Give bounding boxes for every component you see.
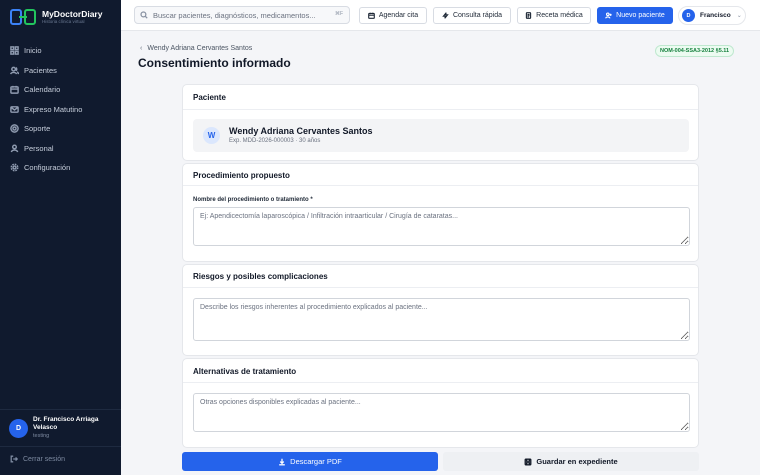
lightning-icon (442, 12, 449, 19)
consulta-rapida-label: Consulta rápida (452, 12, 503, 19)
sidebar-user-role: testing (33, 433, 50, 439)
search-box[interactable]: ⌘F (134, 6, 350, 24)
sidebar-item-label: Expreso Matutino (24, 104, 83, 114)
logout-icon (10, 455, 18, 463)
receta-medica-button[interactable]: Receta médica (517, 7, 591, 24)
logo-icon (10, 8, 36, 25)
sidebar-item-calendario[interactable]: Calendario (0, 80, 121, 100)
norm-badge: NOM-004-SSA3-2012 §5.11 (655, 45, 735, 57)
avatar: D (682, 9, 695, 22)
sidebar: MyDoctorDiary Historia clínica virtual I… (0, 0, 121, 475)
user-icon (10, 144, 19, 153)
procedimiento-input[interactable] (193, 207, 690, 246)
divider (183, 185, 698, 186)
sidebar-user[interactable]: D Dr. Francisco Arriaga Velasco testing (0, 409, 121, 447)
sidebar-item-personal[interactable]: Personal (0, 139, 121, 159)
sidebar-item-expreso-matutino[interactable]: Expreso Matutino (0, 100, 121, 120)
procedimiento-section-title: Procedimiento propuesto (193, 171, 290, 180)
user-menu-name: Francisco (700, 12, 731, 19)
lifebuoy-icon (10, 124, 19, 134)
breadcrumb[interactable]: ‹ Wendy Adriana Cervantes Santos (140, 45, 252, 52)
alternativas-section-title: Alternativas de tratamiento (193, 367, 297, 376)
descargar-pdf-label: Descargar PDF (290, 457, 342, 466)
search-icon (140, 11, 148, 19)
sidebar-item-soporte[interactable]: Soporte (0, 119, 121, 139)
paciente-section-title: Paciente (193, 93, 226, 102)
gear-icon (10, 163, 19, 172)
sidebar-item-label: Calendario (24, 85, 61, 95)
grid-icon (10, 46, 19, 56)
sidebar-item-label: Pacientes (24, 65, 57, 75)
users-icon (10, 66, 19, 75)
mail-icon (10, 105, 19, 113)
sidebar-item-label: Personal (24, 143, 54, 153)
nuevo-paciente-button[interactable]: Nuevo paciente (597, 7, 673, 24)
agendar-cita-button[interactable]: Agendar cita (359, 7, 427, 24)
save-icon (524, 458, 532, 465)
patient-avatar: W (203, 127, 220, 144)
user-plus-icon (605, 12, 612, 19)
logout-label: Cerrar sesión (23, 455, 66, 463)
sidebar-item-inicio[interactable]: Inicio (0, 41, 121, 61)
sidebar-item-label: Configuración (24, 163, 71, 173)
alternativas-input[interactable] (193, 393, 690, 432)
sidebar-nav: Inicio Pacientes Calendario Expreso Matu… (0, 41, 121, 178)
divider (183, 382, 698, 383)
brand[interactable]: MyDoctorDiary Historia clínica virtual (0, 0, 121, 33)
guardar-expediente-button[interactable]: Guardar en expediente (443, 452, 699, 471)
calendar-icon (10, 86, 19, 95)
breadcrumb-label: Wendy Adriana Cervantes Santos (147, 45, 253, 52)
sidebar-item-configuracion[interactable]: Configuración (0, 158, 121, 178)
page-title: Consentimiento informado (138, 56, 291, 70)
brand-tagline: Historia clínica virtual (42, 18, 85, 24)
procedimiento-card: Procedimiento propuesto Nombre del proce… (182, 163, 699, 262)
search-shortcut: ⌘F (334, 11, 343, 17)
nuevo-paciente-label: Nuevo paciente (616, 12, 665, 19)
consulta-rapida-button[interactable]: Consulta rápida (433, 7, 511, 24)
patient-name: Wendy Adriana Cervantes Santos (229, 126, 373, 136)
chevron-left-icon: ‹ (140, 45, 143, 52)
calendar-icon (367, 12, 375, 19)
descargar-pdf-button[interactable]: Descargar PDF (182, 452, 438, 471)
patient-summary: W Wendy Adriana Cervantes Santos Exp. MD… (193, 119, 689, 152)
receta-medica-label: Receta médica (536, 12, 583, 19)
guardar-expediente-label: Guardar en expediente (536, 457, 618, 466)
sidebar-item-pacientes[interactable]: Pacientes (0, 61, 121, 81)
sidebar-item-label: Inicio (24, 46, 42, 56)
patient-meta: Exp. MDD-2026-000003 · 30 años (229, 138, 321, 144)
riesgos-input[interactable] (193, 298, 690, 341)
brand-name: MyDoctorDiary (42, 8, 103, 19)
sidebar-item-label: Soporte (24, 124, 51, 134)
procedimiento-field-label: Nombre del procedimiento o tratamiento * (193, 197, 313, 203)
document-icon (525, 12, 532, 19)
topbar: ⌘F Agendar cita Consulta rápida Receta m… (121, 0, 760, 31)
divider (183, 287, 698, 288)
paciente-card: Paciente W Wendy Adriana Cervantes Santo… (182, 84, 699, 161)
agendar-cita-label: Agendar cita (378, 12, 419, 19)
alternativas-card: Alternativas de tratamiento (182, 358, 699, 448)
riesgos-card: Riesgos y posibles complicaciones (182, 264, 699, 356)
search-input[interactable] (153, 10, 328, 20)
avatar: D (9, 418, 28, 438)
chevron-down-icon: ⌄ (736, 13, 742, 19)
user-menu[interactable]: D Francisco ⌄ (678, 6, 746, 25)
logout-button[interactable]: Cerrar sesión (10, 455, 65, 463)
riesgos-section-title: Riesgos y posibles complicaciones (193, 272, 328, 281)
divider (183, 109, 698, 110)
sidebar-user-name: Dr. Francisco Arriaga Velasco (33, 416, 99, 431)
download-icon (279, 458, 285, 465)
